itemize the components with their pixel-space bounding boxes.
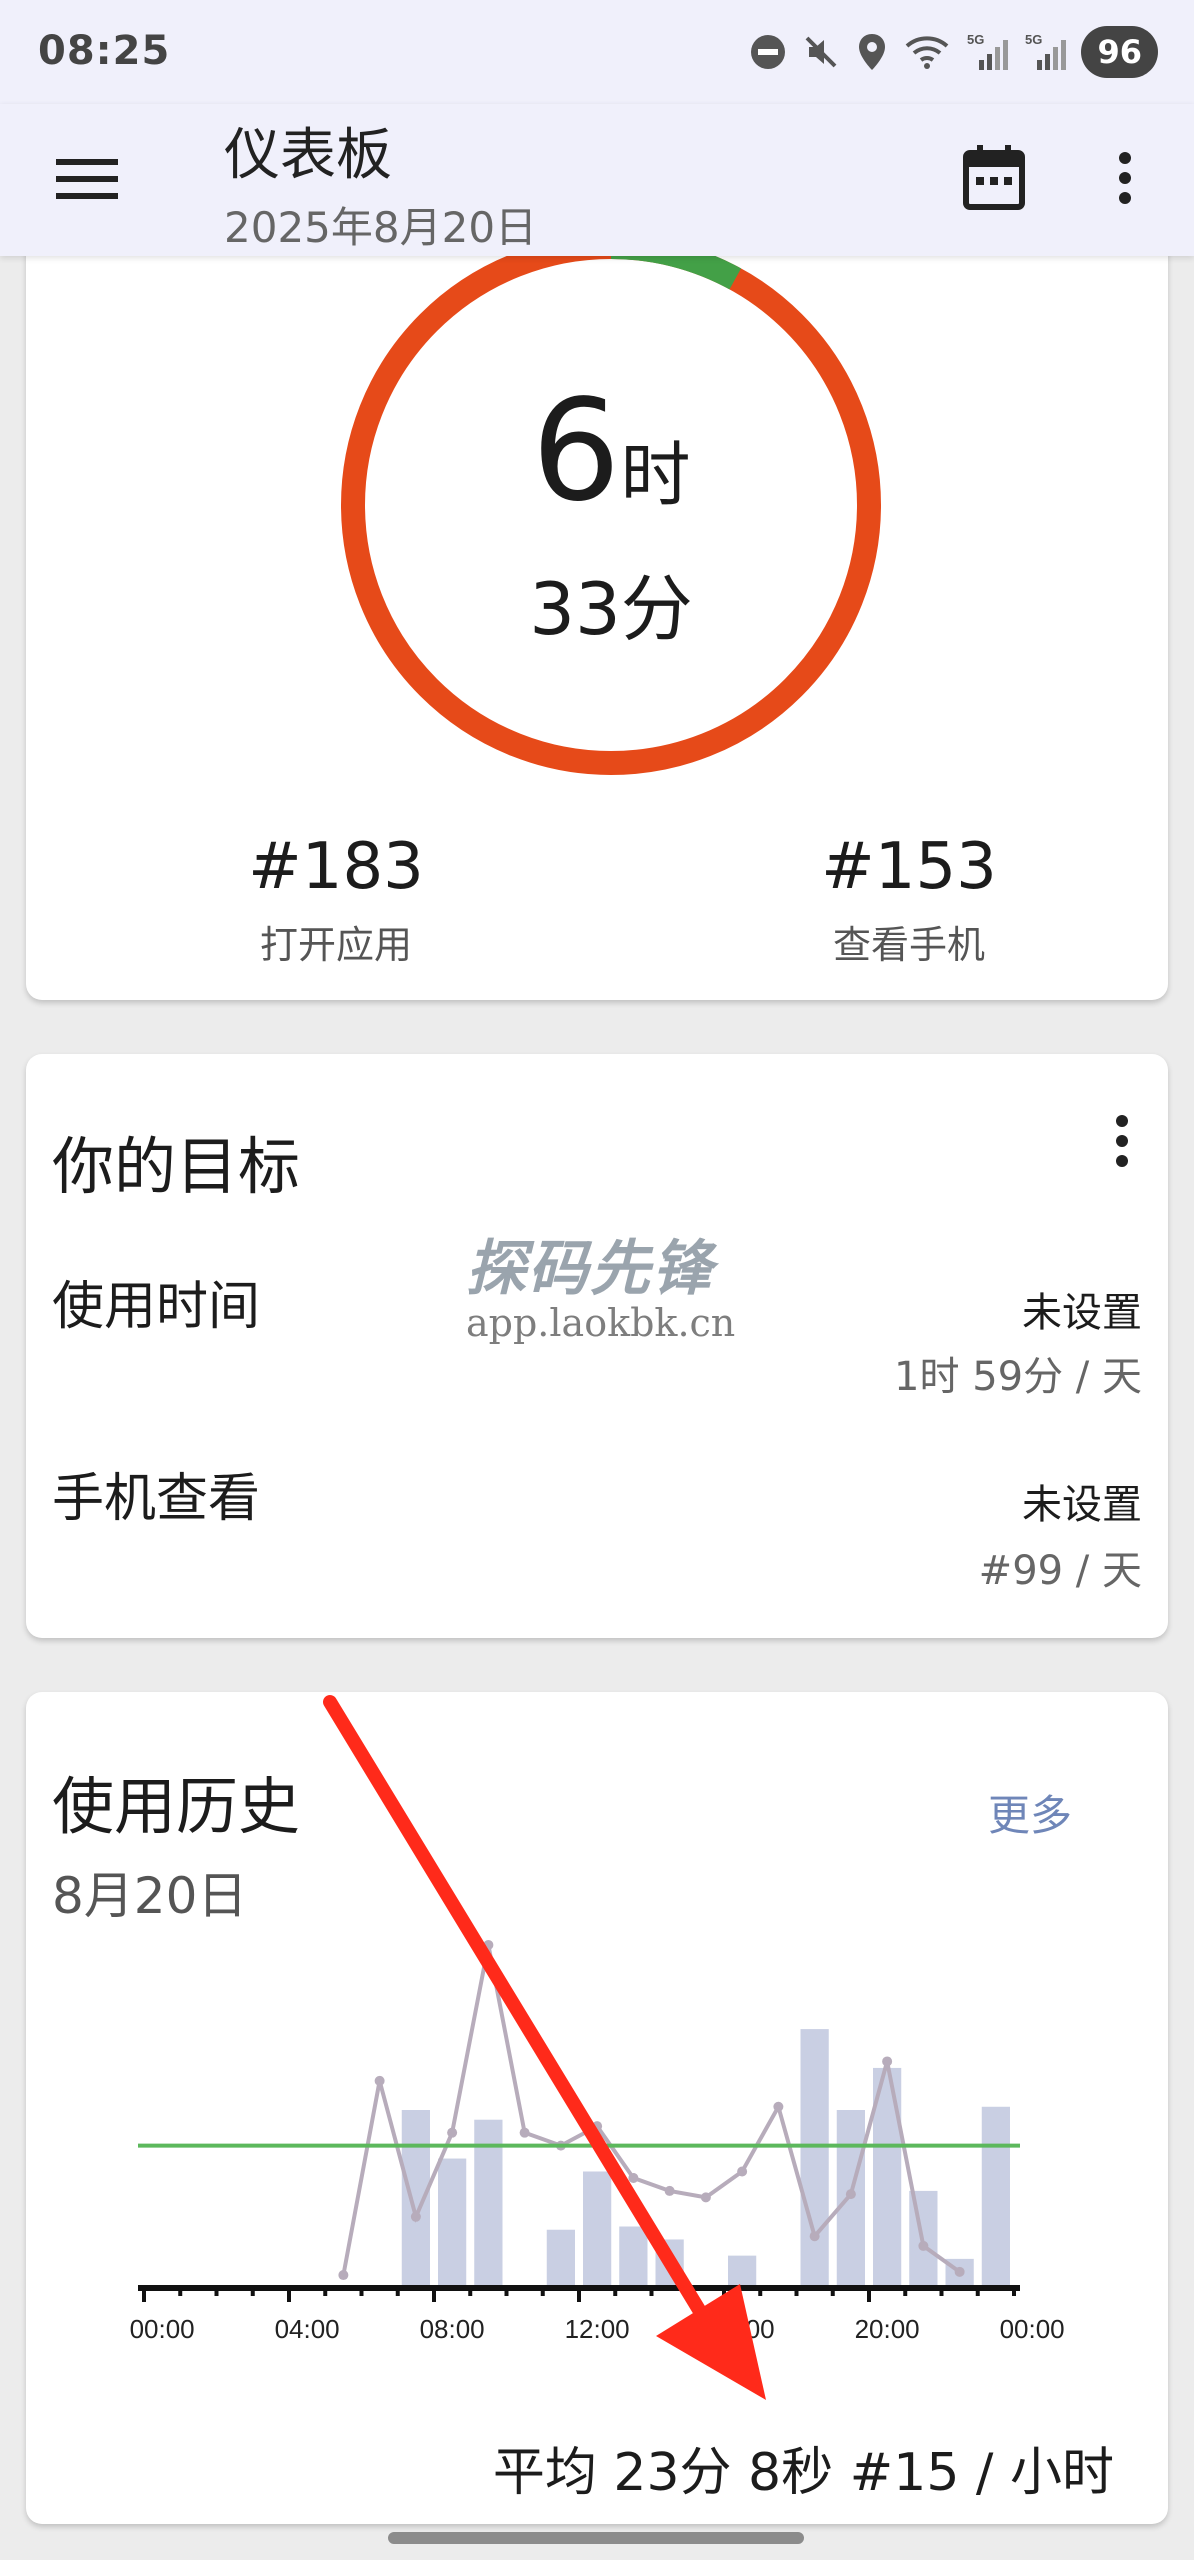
history-trend-point [809,2231,820,2242]
page-date: 2025年8月20日 [224,203,538,252]
status-time: 08:25 [38,28,171,74]
more-vert-icon [1119,152,1131,204]
more-vert-icon [1116,1115,1128,1167]
watermark-title: 探码先锋 [466,1234,714,1304]
history-trend-point [519,2127,530,2138]
history-x-tick-label: 20:00 [855,2314,920,2344]
history-x-tick-label: 16:00 [710,2314,775,2344]
phone-checks-stat: #153 查看手机 [709,830,1109,969]
phone-checks-value: #153 [821,830,997,904]
history-date: 8月20日 [52,1867,248,1925]
history-bar [583,2171,612,2288]
history-bar [728,2255,757,2288]
history-trend-point [773,2101,784,2112]
apps-opened-label: 打开应用 [259,923,412,967]
history-trend-point [845,2189,856,2200]
menu-button[interactable] [52,144,122,214]
phone-checks-label: 查看手机 [832,923,985,967]
goal-label: 手机查看 [52,1469,261,1529]
history-more-link[interactable]: 更多 [988,1782,1072,1843]
goals-title: 你的目标 [52,1130,301,1203]
history-bar [800,2029,829,2288]
history-bar [655,2239,684,2288]
usage-history-card: 使用历史 更多 8月20日 00:00 04:00 08:00 12:00 16:00 2… [26,1692,1168,2524]
history-trend-point [700,2192,711,2203]
app-bar: 仪表板 2025年8月20日 [0,104,1194,256]
history-trend-point [410,2211,421,2222]
battery-level: 96 [1081,26,1158,78]
watermark-url: app.laokbk.cn [466,1301,736,1345]
apps-opened-value: #183 [248,830,424,904]
history-average: 平均 23分 8秒 #15 / 小时 [492,2443,1114,2503]
history-bar [401,2110,430,2288]
usage-ring [341,235,881,775]
history-trend-point [338,2270,349,2281]
goal-status: 未设置 [1022,1482,1142,1528]
history-x-tick-label: 12:00 [565,2314,630,2344]
signal-5g-icon: 5G [967,32,1009,70]
signal-5g-label: 5G [967,32,984,47]
history-trend-point [628,2172,639,2183]
goal-target: #99 / 天 [978,1548,1142,1594]
menu-icon [56,159,118,199]
goal-status: 未设置 [1022,1290,1142,1336]
status-icons: 5G 5G 96 [749,24,1158,80]
history-trend-point [664,2185,675,2196]
dnd-icon [751,35,786,69]
page-title: 仪表板 [224,123,392,188]
usage-summary-card[interactable]: 6时 33分 #183 打开应用 #153 查看手机 [26,200,1168,1000]
calendar-button[interactable] [950,134,1038,222]
history-bar [546,2229,575,2288]
status-bar: 08:25 5G 5G 96 [0,0,1194,104]
history-x-tick-label: 08:00 [420,2314,485,2344]
usage-history-chart[interactable]: 00:00 04:00 08:00 12:00 16:00 20:00 00:00 [26,1932,1168,2402]
mute-icon [806,36,837,68]
history-bar [619,2226,648,2288]
history-trend-point [483,1939,494,1950]
overflow-menu-button[interactable] [1090,134,1160,222]
home-indicator[interactable] [388,2532,804,2544]
history-trend-point [447,2127,458,2138]
history-trend-point [374,2075,385,2086]
history-trend-point [592,2121,603,2132]
location-icon [859,34,886,70]
history-x-tick-label: 00:00 [130,2314,195,2344]
signal-5g-label: 5G [1025,32,1042,47]
calendar-icon [963,145,1025,210]
ring-used-arc [341,235,881,775]
signal-5g-icon: 5G [1025,32,1067,70]
history-bar [438,2158,467,2288]
apps-opened-stat: #183 打开应用 [136,830,536,969]
history-trend-point [737,2166,748,2177]
wifi-icon [906,36,949,69]
history-title: 使用历史 [52,1770,301,1843]
watermark: 探码先锋 app.laokbk.cn [466,1220,766,1345]
history-trend-point [882,2056,893,2067]
goals-more-button[interactable] [1102,1106,1142,1176]
goal-label: 使用时间 [52,1277,261,1337]
history-trend-line [341,1944,961,2276]
history-x-tick-label: 04:00 [275,2314,340,2344]
history-trend-point [954,2266,965,2277]
history-bar [981,2106,1010,2288]
history-x-tick-label: 00:00 [1000,2314,1065,2344]
goal-target: 1时 59分 / 天 [894,1354,1142,1400]
history-trend-point [918,2240,929,2251]
goals-card: 你的目标 探码先锋 app.laokbk.cn 使用时间 未设置 1时 59分 … [26,1054,1168,1638]
